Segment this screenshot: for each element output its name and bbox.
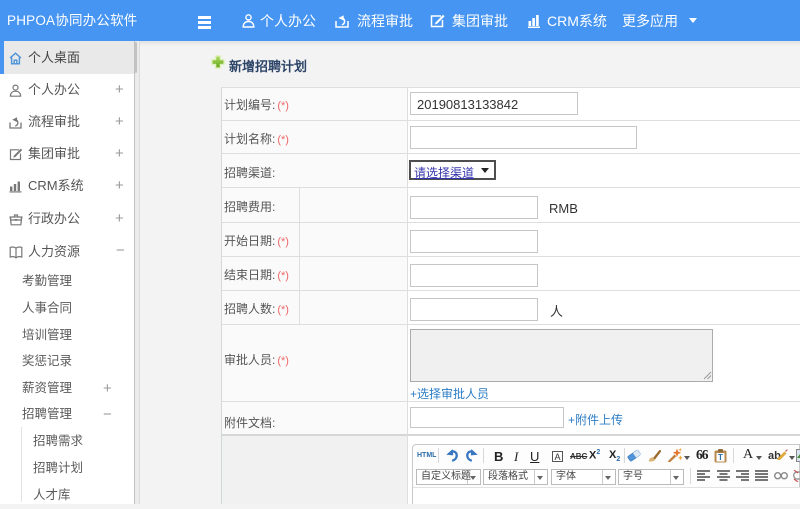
svg-text:T: T (718, 453, 723, 462)
